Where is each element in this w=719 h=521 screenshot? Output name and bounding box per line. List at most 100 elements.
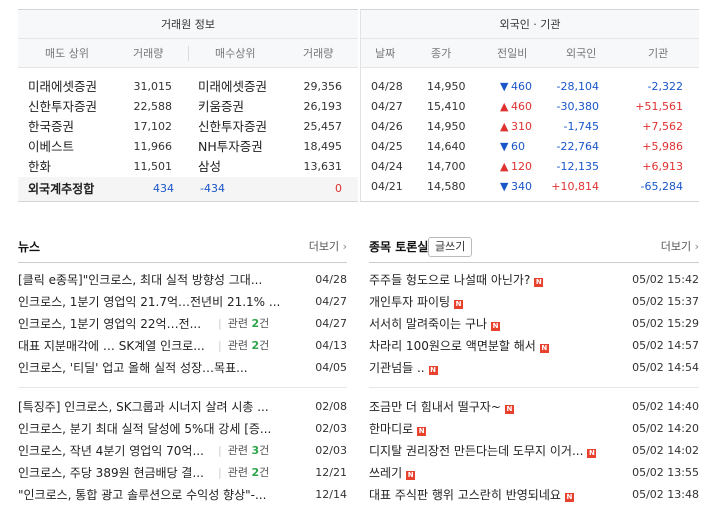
buy-broker-name[interactable]: 미래에셋증권 <box>198 77 267 97</box>
row-institution: +6,913 <box>642 160 683 173</box>
sell-broker-name[interactable]: 한화 <box>28 157 51 177</box>
related-news-link[interactable]: 관련 2건 <box>218 462 270 484</box>
foreign-row: 04/26 14,950 ▲ 310 -1,745 +7,562 <box>361 117 699 137</box>
post-title-link[interactable]: 서서히 말려죽이는 구나 N <box>369 313 501 335</box>
related-unit: 건 <box>259 317 270 330</box>
related-count: 2 <box>251 466 260 479</box>
post-title-link[interactable]: 쓰레기 N <box>369 462 416 484</box>
news-headline-link[interactable]: [클릭 e종목]"인크로스, 최대 실적 방향성 그대... <box>18 269 262 291</box>
row-foreign: -30,380 <box>556 100 599 113</box>
row-date: 04/27 <box>371 100 403 113</box>
post-title-text: 기관넘들 .. <box>369 361 425 375</box>
row-foreign: -12,135 <box>556 160 599 173</box>
triangle-down-icon: ▼ <box>500 80 509 93</box>
row-close: 14,950 <box>427 80 466 93</box>
total-sell: 434 <box>153 182 174 195</box>
foreign-row: 04/25 14,640 ▼ 60 -22,764 +5,986 <box>361 137 699 157</box>
post-title-text: 서서히 말려죽이는 구나 <box>369 317 488 331</box>
row-date: 04/21 <box>371 180 403 193</box>
post-datetime: 05/02 14:20 <box>632 422 699 435</box>
news-headline-link[interactable]: 인크로스, 분기 최대 실적 달성에 5%대 강세 [증... <box>18 418 271 440</box>
buy-broker-name[interactable]: 신한투자증권 <box>198 117 267 137</box>
new-badge-icon: N <box>534 278 544 287</box>
board-divider <box>369 387 699 388</box>
broker-row: 한화 11,501 삼성 13,631 <box>18 157 358 177</box>
board-post: 주주들 헝도으로 나설때 아닌가? N 05/02 15:42 <box>369 269 699 291</box>
news-headline-link[interactable]: 인크로스, 1분기 영업익 22억…전... <box>18 313 201 335</box>
buy-broker-name[interactable]: NH투자증권 <box>198 137 263 157</box>
news-headline-link[interactable]: 인크로스, 1분기 영업익 21.7억…전년비 21.1% ... <box>18 291 280 313</box>
post-title-link[interactable]: 차라리 100원으로 액면분할 해서 N <box>369 335 549 357</box>
sell-broker-name[interactable]: 한국증권 <box>28 117 74 137</box>
post-title-link[interactable]: 개인투자 파이팅 N <box>369 291 464 313</box>
row-institution: -2,322 <box>647 80 683 93</box>
news-date: 02/03 <box>315 444 347 457</box>
board-post: 대표 주식판 행위 고스란히 반영되네요 N 05/02 13:48 <box>369 484 699 506</box>
col-buy-volume: 거래량 <box>303 47 334 60</box>
post-datetime: 05/02 14:57 <box>632 339 699 352</box>
post-title-link[interactable]: 대표 주식판 행위 고스란히 반영되네요 N <box>369 484 574 506</box>
post-title-text: 쓰레기 <box>369 466 403 480</box>
post-title-text: 주주들 헝도으로 나설때 아닌가? <box>369 273 531 287</box>
board-post: 한마디로 N 05/02 14:20 <box>369 418 699 440</box>
col-change: 전일비 <box>497 47 528 60</box>
row-foreign: -22,764 <box>556 140 599 153</box>
news-item: 인크로스, 1분기 영업익 22억…전... 관련 2건 04/27 <box>18 313 347 335</box>
sell-broker-name[interactable]: 신한투자증권 <box>28 97 97 117</box>
news-headline-link[interactable]: 인크로스, 작년 4분기 영업익 70억... <box>18 440 204 462</box>
buy-broker-name[interactable]: 키움증권 <box>198 97 244 117</box>
buy-volume: 13,631 <box>303 160 343 173</box>
sell-broker-name[interactable]: 이베스트 <box>28 137 74 157</box>
news-date: 04/27 <box>315 295 347 308</box>
triangle-up-icon: ▲ <box>500 160 509 173</box>
foreign-row: 04/28 14,950 ▼ 460 -28,104 -2,322 <box>361 77 699 97</box>
news-headline-link[interactable]: 인크로스, '티딜' 업고 올해 실적 성장…목표... <box>18 357 248 379</box>
triangle-up-icon: ▲ <box>500 100 509 113</box>
related-label: 관련 <box>227 339 248 352</box>
foreign-row: 04/24 14,700 ▲ 120 -12,135 +6,913 <box>361 157 699 177</box>
related-news-link[interactable]: 관련 2건 <box>218 313 270 335</box>
foreign-institution-table: 외국인 · 기관 날짜 종가 전일비 외국인 기관 04/28 14,950 ▼ 46… <box>360 9 699 202</box>
related-label: 관련 <box>227 317 248 330</box>
related-unit: 건 <box>259 444 270 457</box>
news-headline-link[interactable]: [특징주] 인크로스, SK그룹과 시너지 살려 시총 ... <box>18 396 269 418</box>
buy-broker-name[interactable]: 삼성 <box>198 157 221 177</box>
news-date: 04/28 <box>315 273 347 286</box>
sell-broker-name[interactable]: 미래에셋증권 <box>28 77 97 97</box>
write-post-button[interactable]: 글쓰기 <box>428 237 473 257</box>
news-item: 인크로스, '티딜' 업고 올해 실적 성장…목표... 04/05 <box>18 357 347 379</box>
col-institution: 기관 <box>648 47 669 60</box>
related-label: 관련 <box>227 466 248 479</box>
news-headline-link[interactable]: 대표 지분매각에 … SK계열 인크로... <box>18 335 205 357</box>
foreign-estimate-total-row: 외국계추정합 434 -434 0 <box>18 177 358 201</box>
related-news-link[interactable]: 관련 3건 <box>218 440 270 462</box>
post-title-text: 차라리 100원으로 액면분할 해서 <box>369 339 536 353</box>
news-more-link[interactable]: 더보기 <box>309 236 347 258</box>
broker-row: 이베스트 11,966 NH투자증권 18,495 <box>18 137 358 157</box>
total-buy: -434 <box>200 182 225 195</box>
post-title-link[interactable]: 한마디로 N <box>369 418 427 440</box>
related-news-link[interactable]: 관련 2건 <box>218 335 270 357</box>
triangle-up-icon: ▲ <box>500 120 509 133</box>
new-badge-icon: N <box>417 427 427 436</box>
post-title-link[interactable]: 주주들 헝도으로 나설때 아닌가? N <box>369 269 544 291</box>
board-more-link[interactable]: 더보기 <box>661 236 699 258</box>
row-date: 04/28 <box>371 80 403 93</box>
row-institution: -65,284 <box>640 180 683 193</box>
post-title-link[interactable]: 디지탈 권리장전 만든다는데 도무지 이거... N <box>369 440 597 462</box>
news-item: 인크로스, 1분기 영업익 21.7억…전년비 21.1% ... 04/27 <box>18 291 347 313</box>
news-headline-link[interactable]: 인크로스, 주당 389원 현금배당 결... <box>18 462 204 484</box>
row-change: 460 <box>511 100 532 113</box>
post-title-text: 개인투자 파이팅 <box>369 295 451 309</box>
board-post: 개인투자 파이팅 N 05/02 15:37 <box>369 291 699 313</box>
foreign-row: 04/27 15,410 ▲ 460 -30,380 +51,561 <box>361 97 699 117</box>
news-headline-link[interactable]: "인크로스, 통합 광고 솔루션으로 수익성 향상"-... <box>18 484 266 506</box>
news-item: [클릭 e종목]"인크로스, 최대 실적 방향성 그대... 04/28 <box>18 269 347 291</box>
post-datetime: 05/02 13:55 <box>632 466 699 479</box>
col-close: 종가 <box>431 47 452 60</box>
new-badge-icon: N <box>539 344 549 353</box>
post-title-link[interactable]: 기관넘들 .. N <box>369 357 438 379</box>
post-title-link[interactable]: 조금만 더 힘내서 떨구자~ N <box>369 396 514 418</box>
sell-volume: 31,015 <box>133 80 173 93</box>
row-change: 340 <box>511 180 532 193</box>
